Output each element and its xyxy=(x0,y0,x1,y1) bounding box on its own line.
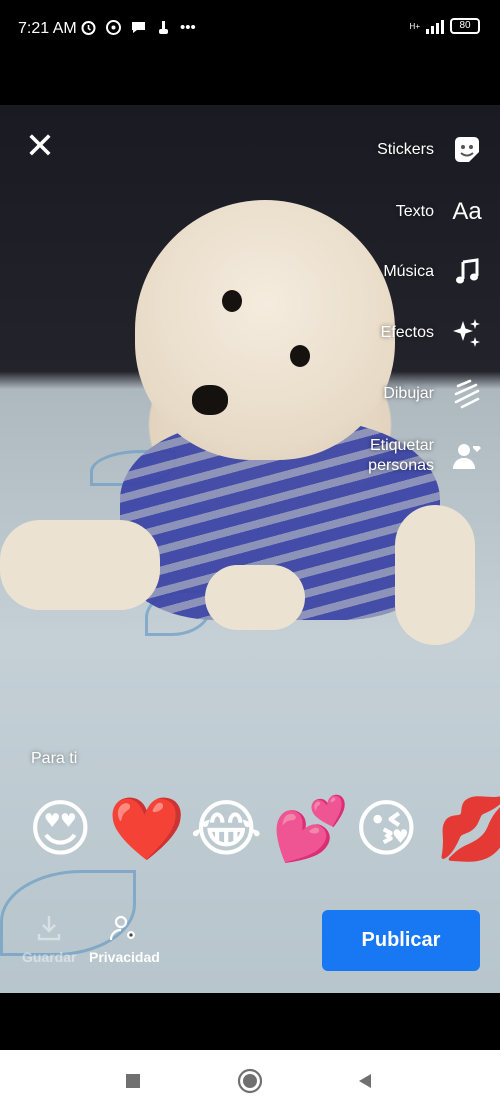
alarm-icon xyxy=(81,21,96,35)
network-type: H+ xyxy=(409,21,420,31)
draw-tool[interactable]: Dibujar xyxy=(383,377,484,411)
section-label: Para ti xyxy=(31,750,78,767)
dog-paw xyxy=(205,565,305,630)
home-button[interactable] xyxy=(237,1068,263,1094)
music-tool[interactable]: Música xyxy=(383,255,484,289)
privacy-button[interactable]: Privacidad xyxy=(89,913,160,965)
tool-label: Etiquetar personas xyxy=(368,437,434,474)
dog-leg xyxy=(395,505,475,645)
dog-head xyxy=(135,200,395,460)
dog-eye xyxy=(290,345,310,367)
draw-squiggle-icon xyxy=(450,377,484,411)
reaction-sticker[interactable]: 😍 xyxy=(28,795,93,865)
download-icon xyxy=(34,913,64,943)
save-label: Guardar xyxy=(22,949,77,965)
tool-label: Stickers xyxy=(377,141,434,158)
stickers-tool[interactable]: Stickers xyxy=(377,133,484,167)
battery-icon: 80 xyxy=(450,18,480,34)
reaction-sticker[interactable]: 😘 xyxy=(354,795,419,865)
publish-button[interactable]: Publicar xyxy=(322,910,480,971)
music-note-icon xyxy=(450,255,484,289)
save-button[interactable]: Guardar xyxy=(22,913,76,965)
text-tool[interactable]: Texto Aa xyxy=(396,195,484,229)
close-button[interactable]: ✕ xyxy=(22,128,58,166)
story-photo[interactable]: ✕ Stickers Texto Aa Música Efectos Dibuj… xyxy=(0,105,500,993)
reaction-sticker[interactable]: ❤️ xyxy=(108,795,185,865)
back-button[interactable] xyxy=(352,1068,378,1094)
dog-eye xyxy=(222,290,242,312)
privacy-label: Privacidad xyxy=(89,949,160,965)
tag-people-icon xyxy=(450,439,484,473)
reaction-sticker[interactable]: 😂 xyxy=(190,795,262,865)
dog-leg xyxy=(0,520,160,610)
text-aa-icon: Aa xyxy=(452,198,482,225)
reaction-sticker[interactable]: 💋 xyxy=(436,795,500,865)
tool-label: Efectos xyxy=(380,324,434,341)
tag-people-tool[interactable]: Etiquetar personas xyxy=(368,436,484,476)
recent-apps-button[interactable] xyxy=(120,1068,146,1094)
system-navigation-bar xyxy=(0,1050,500,1111)
touch-icon xyxy=(159,21,168,34)
status-time: 7:21 AM xyxy=(18,20,77,37)
more-notifications-icon: ••• xyxy=(180,19,196,36)
sparkles-icon xyxy=(450,316,484,350)
reaction-stickers: 😍 ❤️ 😂 💕 😘 💋 xyxy=(28,795,500,875)
status-notification-icons: ••• xyxy=(80,19,196,36)
signal-icon xyxy=(426,18,444,34)
whatsapp-icon xyxy=(106,20,121,35)
chat-icon xyxy=(132,22,145,33)
privacy-settings-icon xyxy=(109,913,139,943)
reaction-sticker[interactable]: 💕 xyxy=(272,795,349,865)
dog-nose xyxy=(192,385,228,415)
bottom-actions: Guardar Privacidad Publicar xyxy=(0,905,500,985)
status-bar: 7:21 AM ••• H+ 80 xyxy=(0,0,500,60)
tool-label: Música xyxy=(383,263,434,280)
tool-label: Texto xyxy=(395,203,434,220)
sticker-icon xyxy=(450,133,484,167)
tool-label: Dibujar xyxy=(383,385,434,402)
effects-tool[interactable]: Efectos xyxy=(381,316,484,350)
